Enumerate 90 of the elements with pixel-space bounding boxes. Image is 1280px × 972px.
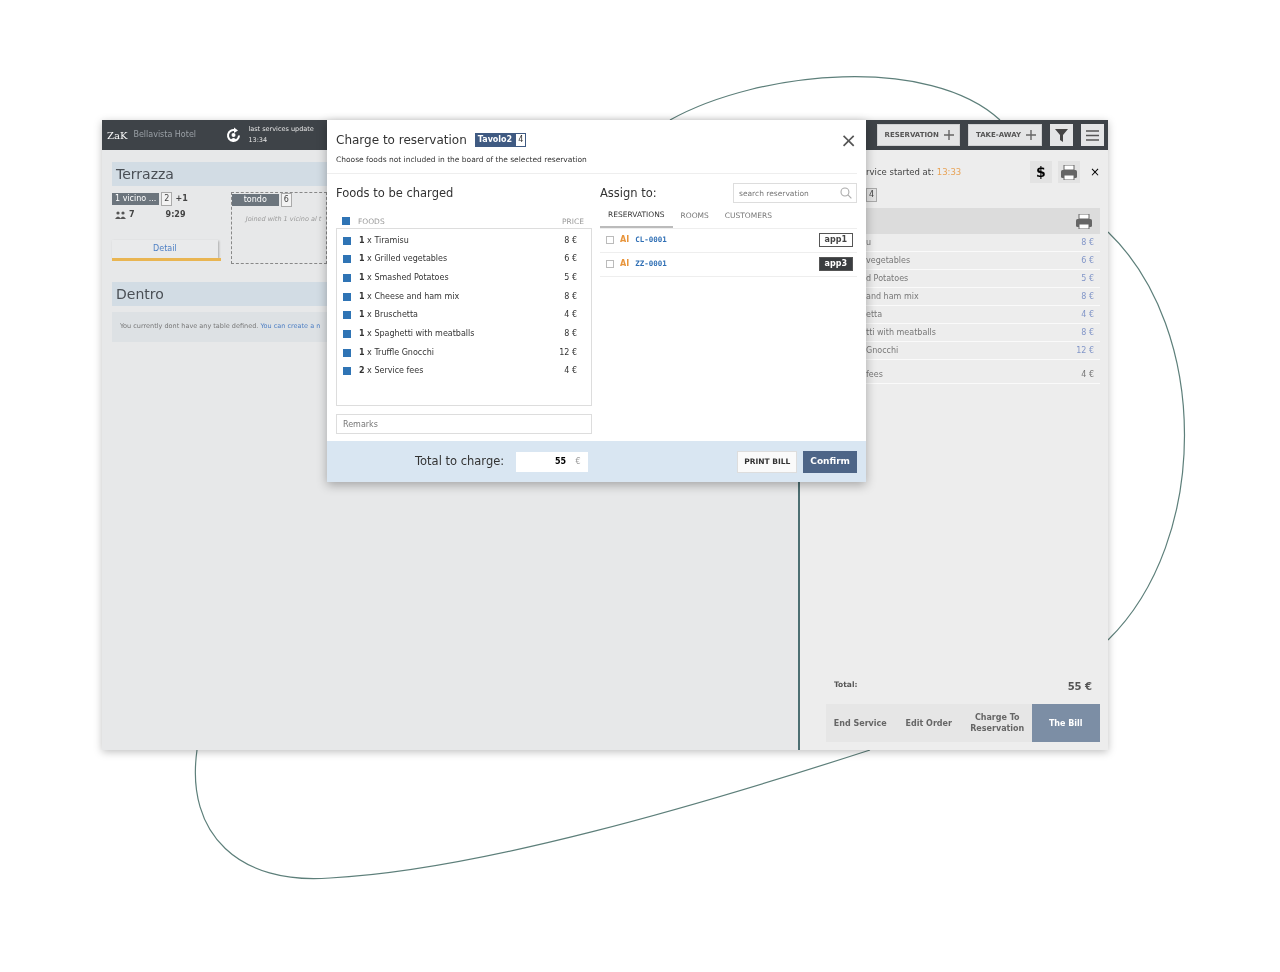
refresh-icon[interactable] [225,126,243,144]
room-header: Terrazza [112,162,327,186]
printer-icon[interactable] [1076,213,1092,229]
currency-symbol: € [568,451,589,472]
food-item: 1 x Bruschetta [359,309,418,322]
checkbox[interactable] [343,292,351,301]
app-logo: ZaK [107,128,128,143]
food-item: 1 x Grilled vegetables [359,253,448,266]
guest-count: 7 [129,209,135,221]
food-price: 8 € [564,234,577,247]
hotel-name: Bellavista Hotel [133,129,198,141]
item-name: vegetables [866,254,911,267]
checkbox[interactable] [343,367,351,376]
action-button[interactable]: End Service [826,704,895,742]
action-button[interactable]: The Bill [1031,704,1100,742]
checkbox[interactable] [343,273,351,282]
remarks-field[interactable]: Remarks [336,414,592,435]
menu-icon [1086,129,1099,141]
filter-icon [1055,128,1068,142]
checkbox[interactable] [343,255,351,264]
food-price: 4 € [564,365,577,378]
item-name: Gnocchi [866,344,899,357]
close-button[interactable]: × [840,130,857,150]
food-price: 8 € [564,290,577,303]
table-card[interactable]: 1 vicino ... 2 +1 7 9:29 Detail [112,192,221,262]
menu-button[interactable] [1081,124,1104,146]
total-label: Total to charge: [415,452,505,470]
table-name: 1 vicino ... [112,193,160,205]
checkbox[interactable] [343,348,351,357]
pay-button[interactable]: $ [1029,161,1052,183]
food-item: 1 x Truffle Gnocchi [359,346,434,359]
checkbox[interactable] [342,217,350,226]
item-name: d Potatoes [866,272,909,285]
close-button[interactable]: × [1089,163,1100,181]
food-item: 1 x Smashed Potatoes [359,271,449,284]
total-field[interactable]: 55 [516,451,569,472]
checkbox[interactable] [343,311,351,320]
item-name: u [866,236,872,249]
food-item: 2 x Service fees [359,365,424,378]
total-amount: 55 € [1067,680,1092,694]
item-price: 5 € [1081,272,1094,285]
plus-icon [943,130,954,140]
filter-button[interactable] [1050,124,1073,146]
item-name: and ham mix [866,290,919,303]
food-price: 6 € [564,253,577,266]
people-icon [115,211,126,219]
item-price: 8 € [1081,290,1094,303]
food-item: 1 x Cheese and ham mix [359,290,460,303]
action-button[interactable]: Charge To Reservation [963,704,1032,742]
table-tag: Tavolo2 [474,133,516,147]
section-heading: Foods to be charged [336,184,455,202]
detail-link[interactable]: Detail [112,240,218,258]
seat-count: 2 [161,192,173,206]
room-header: Dentro [112,282,327,306]
printer-icon [1060,164,1077,180]
item-name: fees [866,368,883,381]
item-price: 4 € [1081,368,1094,381]
food-price: 4 € [564,309,577,322]
checkbox[interactable] [343,330,351,339]
table-name: tondo [231,194,279,206]
room-tag: app3 [818,257,853,271]
extra-count: +1 [175,193,188,205]
service-start: rvice started at: 13:33 [866,165,962,179]
food-item: 1 x Spaghetti with meatballs [359,328,475,341]
food-price: 12 € [559,346,577,359]
checkbox[interactable] [343,236,351,245]
print-button[interactable] [1057,161,1080,183]
checkbox[interactable] [606,260,614,268]
food-price: 5 € [564,271,577,284]
checkbox[interactable] [606,236,614,244]
item-price: 6 € [1081,254,1094,267]
seat-count: 4 [515,133,527,147]
dialog-title: Charge to reservation [336,132,467,149]
item-price: 8 € [1081,236,1094,249]
item-price: 8 € [1081,326,1094,339]
plus-icon [1026,130,1036,140]
food-price: 8 € [564,328,577,341]
action-button[interactable]: Edit Order [894,704,963,742]
item-price: 12 € [1076,344,1094,357]
reservation-prefix: AI [620,234,630,246]
item-name: tti with meatballs [866,326,936,339]
item-name: etta [866,308,883,321]
food-item: 1 x Tiramisu [359,234,409,247]
table-time: 9:29 [165,209,186,221]
confirm-button[interactable]: Confirm [803,450,857,473]
item-price: 4 € [1081,308,1094,321]
seat-count: 6 [280,193,292,207]
section-heading: Assign to: [600,184,657,202]
room-tag: app1 [818,233,853,247]
reservation-prefix: AI [620,258,630,270]
